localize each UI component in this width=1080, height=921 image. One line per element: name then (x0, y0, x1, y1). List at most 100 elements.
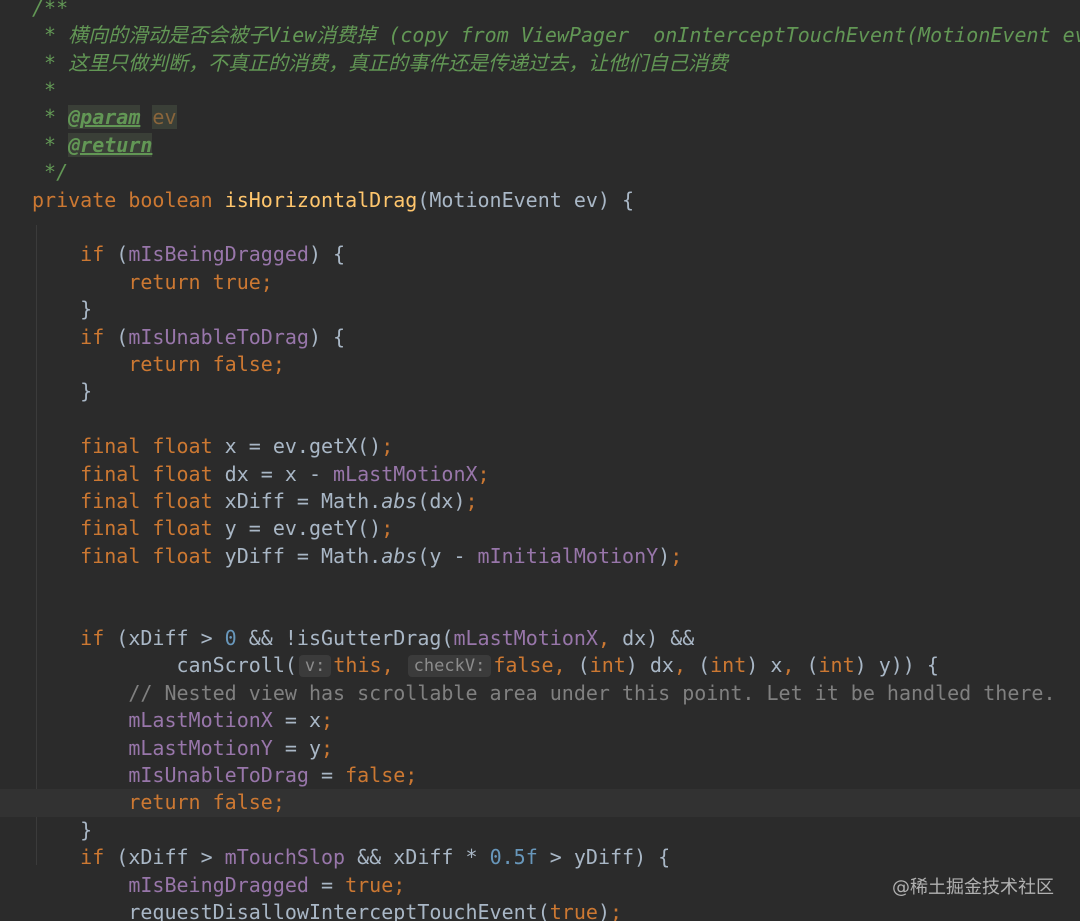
code-token: = y (272, 735, 321, 760)
code-line[interactable]: // Nested view has scrollable area under… (0, 680, 1080, 707)
code-token: mLastMotionX (333, 461, 478, 486)
code-token: (MotionEvent ev) { (417, 187, 635, 212)
code-line[interactable]: * 横向的滑动是否会被子View消费掉 (copy from ViewPager… (0, 22, 1080, 49)
code-token: mLastMotionY (128, 735, 273, 760)
code-token: x = ev.getX() (224, 434, 382, 459)
code-line[interactable]: if (xDiff > mTouchSlop && xDiff * 0.5f >… (0, 844, 1080, 871)
code-token: int (589, 653, 626, 678)
code-line[interactable]: } (0, 296, 1080, 323)
code-editor[interactable]: /** * 横向的滑动是否会被子View消费掉 (copy from ViewP… (0, 0, 1080, 921)
code-line[interactable]: private boolean isHorizontalDrag(MotionE… (0, 187, 1080, 214)
code-line[interactable]: } (0, 378, 1080, 405)
code-token: ( (116, 324, 129, 349)
code-line-current[interactable]: return false; (0, 789, 1080, 817)
code-token: (dx) (417, 488, 466, 513)
code-token: xDiff = Math. (224, 488, 382, 513)
code-line[interactable]: * @param ev (0, 104, 1080, 131)
code-token: */ (32, 160, 69, 185)
code-token: requestDisallowInterceptTouchEvent( (32, 899, 550, 921)
code-line[interactable] (0, 406, 1080, 433)
code-token: , (597, 625, 623, 650)
parameter-hint: checkV: (407, 655, 492, 678)
code-token: * (32, 132, 69, 157)
code-line[interactable]: requestDisallowInterceptTouchEvent(true)… (0, 899, 1080, 921)
code-line[interactable] (0, 598, 1080, 625)
code-token: ) y)) { (854, 653, 939, 678)
code-token: abs (381, 488, 418, 513)
code-token: ) (597, 899, 610, 921)
code-line[interactable]: final float dx = x - mLastMotionX; (0, 461, 1080, 488)
code-token: final float (32, 543, 225, 568)
code-token: return true (32, 269, 261, 294)
code-token: } (32, 297, 93, 322)
code-token: , (673, 653, 699, 678)
code-token: * (32, 77, 57, 102)
code-token: (xDiff > (116, 845, 225, 870)
code-token: ev (152, 105, 177, 130)
code-token: if (32, 625, 117, 650)
code-token: if (32, 845, 117, 870)
code-token: final float (32, 434, 225, 459)
code-token: ; (272, 790, 285, 815)
code-token: abs (381, 543, 418, 568)
code-line[interactable]: */ (0, 159, 1080, 186)
code-token: = (308, 762, 346, 787)
code-line[interactable]: if (mIsBeingDragged) { (0, 241, 1080, 268)
code-token: private boolean (32, 187, 225, 212)
code-line[interactable]: final float xDiff = Math.abs(dx); (0, 488, 1080, 515)
code-token: @return (68, 132, 153, 157)
code-token: final float (32, 516, 225, 541)
code-line[interactable]: * @return (0, 132, 1080, 159)
code-token: } (32, 817, 93, 842)
code-token: true (549, 899, 598, 921)
code-line[interactable]: /** (0, 0, 1080, 22)
code-token: , (553, 653, 578, 678)
code-line[interactable]: final float y = ev.getY(); (0, 515, 1080, 542)
code-token: if (32, 324, 117, 349)
code-line[interactable]: if (mIsUnableToDrag) { (0, 324, 1080, 351)
code-token: ( (577, 653, 590, 678)
code-token: false (493, 653, 554, 678)
code-token: * (32, 105, 69, 130)
code-token: mInitialMotionY (477, 543, 659, 568)
code-token: mLastMotionX (453, 625, 598, 650)
watermark: @稀土掘金技术社区 (892, 877, 1054, 898)
code-token: * 这里只做判断，不真正的消费，真正的事件还是传递过去，让他们自己消费 (32, 50, 729, 75)
code-line[interactable]: } (0, 817, 1080, 844)
code-line[interactable]: final float yDiff = Math.abs(y - mInitia… (0, 543, 1080, 570)
code-token: dx) && (622, 625, 695, 650)
code-token: ; (477, 461, 490, 486)
code-line[interactable]: if (xDiff > 0 && !isGutterDrag(mLastMoti… (0, 625, 1080, 652)
code-token: return false (32, 790, 273, 815)
code-line[interactable]: return false; (0, 351, 1080, 378)
code-line[interactable]: canScroll(v: this, checkV: false, (int) dx… (0, 652, 1080, 679)
code-line[interactable]: return true; (0, 269, 1080, 296)
code-token: mIsUnableToDrag (128, 324, 309, 349)
code-token: mLastMotionX (128, 708, 273, 733)
code-line[interactable]: mIsUnableToDrag = false; (0, 762, 1080, 789)
code-line[interactable] (0, 570, 1080, 597)
code-token: ; (381, 516, 394, 541)
code-token: 0.5f (489, 845, 538, 870)
code-token: ; (670, 543, 683, 568)
code-token: @param (68, 105, 141, 130)
code-line[interactable]: mLastMotionY = y; (0, 735, 1080, 762)
code-token: canScroll( (32, 653, 297, 678)
code-line[interactable]: * (0, 77, 1080, 104)
code-token: ) { (308, 242, 346, 267)
code-token: ) dx (625, 653, 674, 678)
code-token: ; (609, 899, 623, 921)
code-token: mTouchSlop (224, 845, 346, 870)
code-line[interactable]: * 这里只做判断，不真正的消费，真正的事件还是传递过去，让他们自己消费 (0, 50, 1080, 77)
code-token: isHorizontalDrag (224, 187, 418, 212)
code-token: /** (32, 0, 69, 20)
code-line[interactable]: mLastMotionX = x; (0, 707, 1080, 734)
code-token: if (32, 242, 117, 267)
code-token: ; (272, 351, 285, 376)
code-line[interactable] (0, 214, 1080, 241)
code-token: 0 (224, 625, 237, 650)
code-line[interactable]: final float x = ev.getX(); (0, 433, 1080, 460)
code-token: y = ev.getY() (224, 516, 382, 541)
